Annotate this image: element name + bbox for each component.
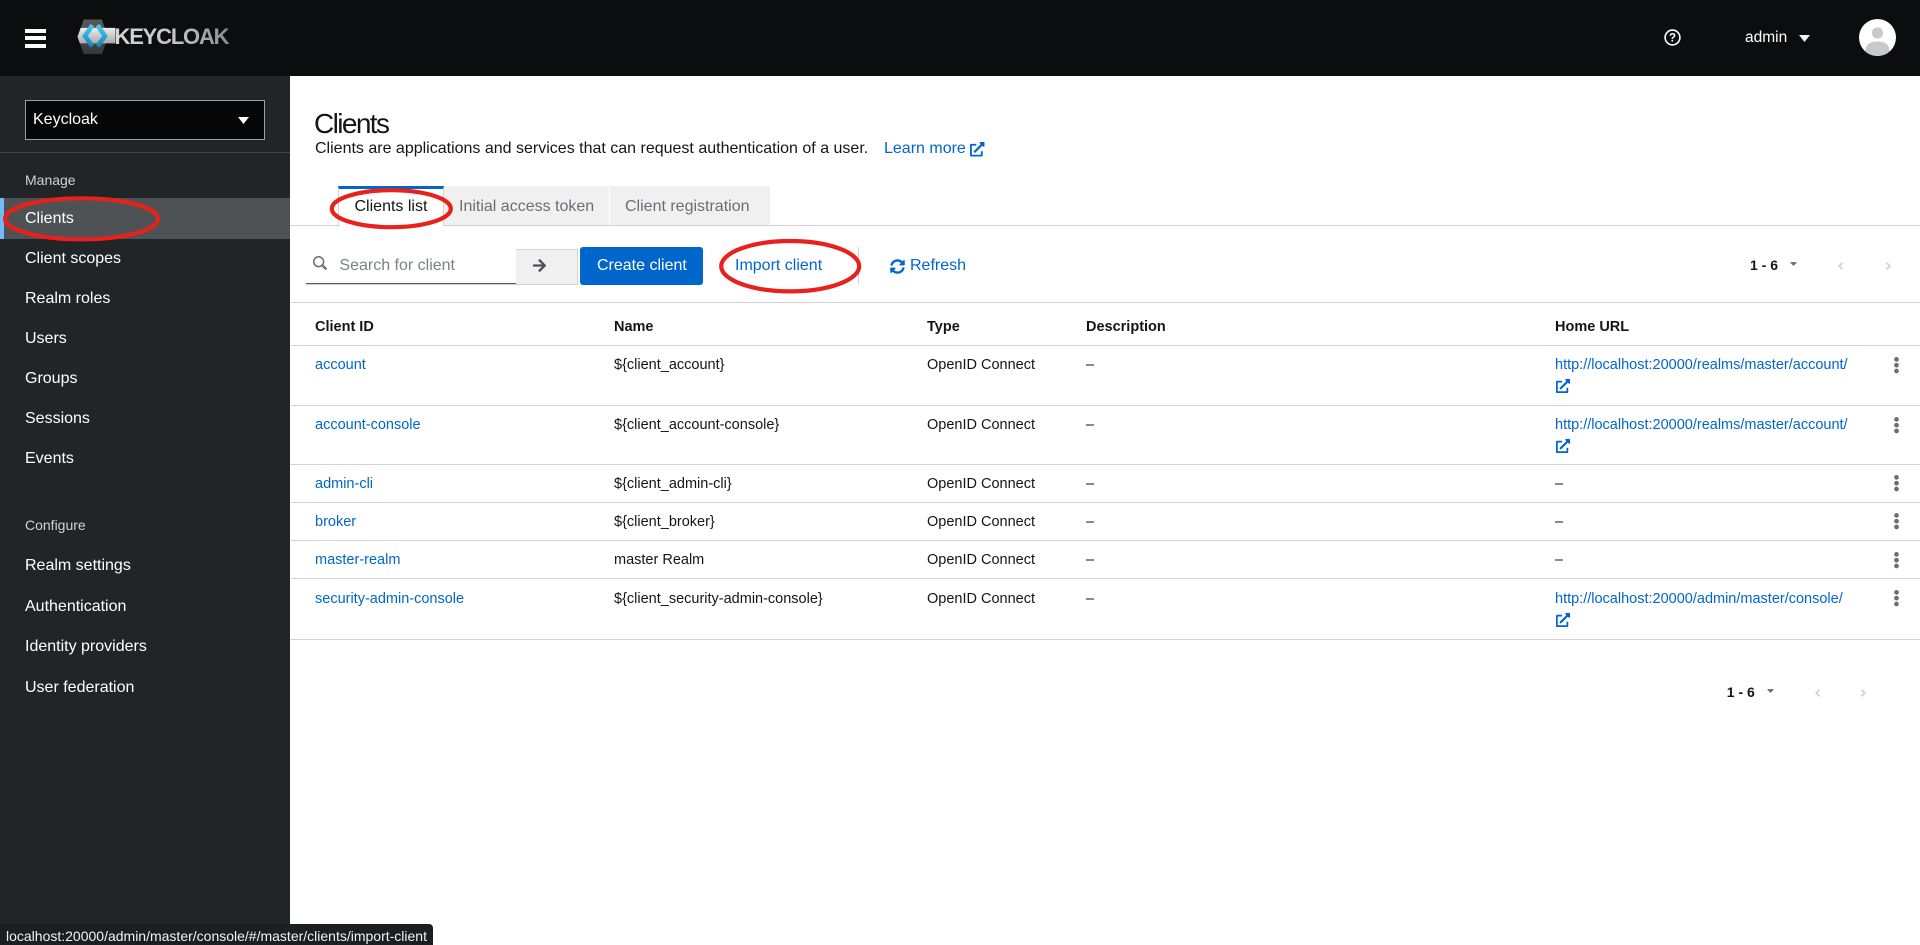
- svg-text:?: ?: [1669, 32, 1676, 44]
- svg-text:KEYCLOAK: KEYCLOAK: [115, 24, 230, 49]
